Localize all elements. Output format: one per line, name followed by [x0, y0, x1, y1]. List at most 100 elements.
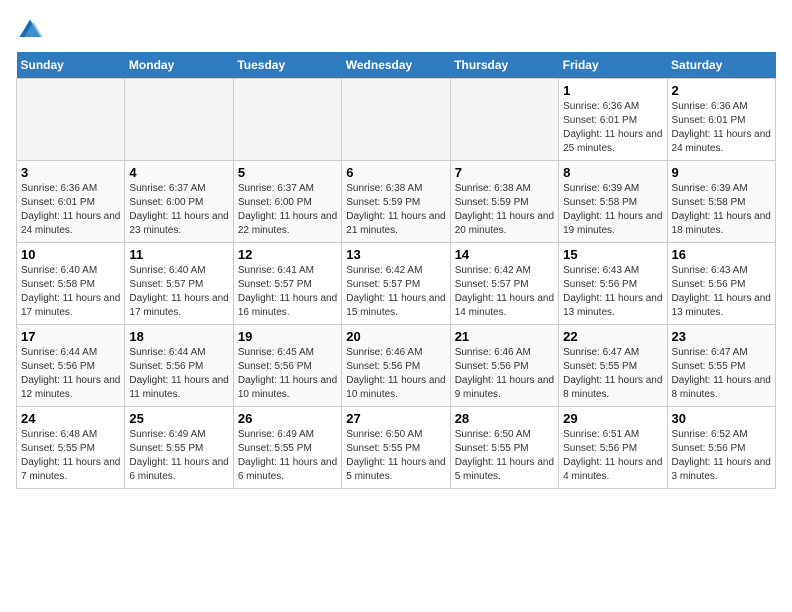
day-number: 11	[129, 247, 228, 262]
day-info: Sunrise: 6:44 AMSunset: 5:56 PMDaylight:…	[129, 346, 228, 402]
day-info: Sunrise: 6:43 AMSunset: 5:56 PMDaylight:…	[563, 264, 662, 320]
day-info: Sunrise: 6:45 AMSunset: 5:56 PMDaylight:…	[238, 346, 337, 402]
calendar-week-row: 17 Sunrise: 6:44 AMSunset: 5:56 PMDayligh…	[17, 325, 776, 407]
calendar-week-row: 1 Sunrise: 6:36 AMSunset: 6:01 PMDaylight…	[17, 79, 776, 161]
day-info: Sunrise: 6:41 AMSunset: 5:57 PMDaylight:…	[238, 264, 337, 320]
calendar-cell: 29Sunrise: 6:51 AMSunset: 5:56 PMDayligh…	[559, 407, 667, 489]
day-number: 2	[672, 83, 771, 98]
day-number: 1	[563, 83, 662, 98]
calendar-cell: 25 Sunrise: 6:49 AMSunset: 5:55 PMDayligh…	[125, 407, 233, 489]
day-number: 7	[455, 165, 554, 180]
day-info: Sunrise: 6:38 AMSunset: 5:59 PMDaylight:…	[346, 182, 445, 238]
day-info: Sunrise: 6:46 AMSunset: 5:56 PMDaylight:…	[455, 346, 554, 402]
day-number: 3	[21, 165, 120, 180]
calendar-cell: 3 Sunrise: 6:36 AMSunset: 6:01 PMDaylight…	[17, 161, 125, 243]
weekday-header-thursday: Thursday	[450, 52, 558, 79]
calendar-cell: 16Sunrise: 6:43 AMSunset: 5:56 PMDayligh…	[667, 243, 775, 325]
day-info: Sunrise: 6:40 AMSunset: 5:58 PMDaylight:…	[21, 264, 120, 320]
calendar-cell: 11 Sunrise: 6:40 AMSunset: 5:57 PMDayligh…	[125, 243, 233, 325]
calendar-cell: 14 Sunrise: 6:42 AMSunset: 5:57 PMDayligh…	[450, 243, 558, 325]
day-info: Sunrise: 6:36 AMSunset: 6:01 PMDaylight:…	[21, 182, 120, 238]
calendar-cell	[17, 79, 125, 161]
calendar-cell: 12 Sunrise: 6:41 AMSunset: 5:57 PMDayligh…	[233, 243, 341, 325]
day-info: Sunrise: 6:47 AMSunset: 5:55 PMDaylight:…	[672, 346, 771, 402]
day-info: Sunrise: 6:48 AMSunset: 5:55 PMDaylight:…	[21, 428, 120, 484]
day-number: 14	[455, 247, 554, 262]
weekday-header-row: SundayMondayTuesdayWednesdayThursdayFrid…	[17, 52, 776, 79]
day-number: 26	[238, 411, 337, 426]
calendar-cell	[342, 79, 450, 161]
calendar-cell: 27 Sunrise: 6:50 AMSunset: 5:55 PMDayligh…	[342, 407, 450, 489]
calendar-header: SundayMondayTuesdayWednesdayThursdayFrid…	[17, 52, 776, 79]
day-number: 17	[21, 329, 120, 344]
day-number: 27	[346, 411, 445, 426]
day-number: 16	[672, 247, 771, 262]
day-info: Sunrise: 6:52 AMSunset: 5:56 PMDaylight:…	[672, 428, 771, 484]
calendar-cell: 2 Sunrise: 6:36 AMSunset: 6:01 PMDaylight…	[667, 79, 775, 161]
day-number: 12	[238, 247, 337, 262]
calendar-cell	[233, 79, 341, 161]
weekday-header-saturday: Saturday	[667, 52, 775, 79]
calendar-cell: 21 Sunrise: 6:46 AMSunset: 5:56 PMDayligh…	[450, 325, 558, 407]
day-number: 6	[346, 165, 445, 180]
calendar-cell: 7Sunrise: 6:38 AMSunset: 5:59 PMDaylight…	[450, 161, 558, 243]
day-number: 5	[238, 165, 337, 180]
calendar-cell: 30 Sunrise: 6:52 AMSunset: 5:56 PMDayligh…	[667, 407, 775, 489]
calendar-cell: 24 Sunrise: 6:48 AMSunset: 5:55 PMDayligh…	[17, 407, 125, 489]
calendar-cell: 9Sunrise: 6:39 AMSunset: 5:58 PMDaylight…	[667, 161, 775, 243]
logo	[16, 16, 48, 44]
day-info: Sunrise: 6:44 AMSunset: 5:56 PMDaylight:…	[21, 346, 120, 402]
logo-icon	[16, 16, 44, 44]
calendar-cell: 15 Sunrise: 6:43 AMSunset: 5:56 PMDayligh…	[559, 243, 667, 325]
day-info: Sunrise: 6:50 AMSunset: 5:55 PMDaylight:…	[455, 428, 554, 484]
calendar-cell: 18 Sunrise: 6:44 AMSunset: 5:56 PMDayligh…	[125, 325, 233, 407]
day-number: 21	[455, 329, 554, 344]
calendar-cell: 28 Sunrise: 6:50 AMSunset: 5:55 PMDayligh…	[450, 407, 558, 489]
page-header	[16, 16, 776, 44]
weekday-header-sunday: Sunday	[17, 52, 125, 79]
day-number: 24	[21, 411, 120, 426]
day-number: 28	[455, 411, 554, 426]
day-number: 18	[129, 329, 228, 344]
weekday-header-friday: Friday	[559, 52, 667, 79]
day-number: 19	[238, 329, 337, 344]
day-number: 13	[346, 247, 445, 262]
calendar-cell: 17 Sunrise: 6:44 AMSunset: 5:56 PMDayligh…	[17, 325, 125, 407]
calendar-cell: 1Sunrise: 6:36 AMSunset: 6:01 PMDaylight…	[559, 79, 667, 161]
day-info: Sunrise: 6:37 AMSunset: 6:00 PMDaylight:…	[238, 182, 337, 238]
day-info: Sunrise: 6:47 AMSunset: 5:55 PMDaylight:…	[563, 346, 662, 402]
calendar-cell: 6 Sunrise: 6:38 AMSunset: 5:59 PMDaylight…	[342, 161, 450, 243]
day-info: Sunrise: 6:39 AMSunset: 5:58 PMDaylight:…	[563, 182, 662, 238]
calendar-cell: 5 Sunrise: 6:37 AMSunset: 6:00 PMDaylight…	[233, 161, 341, 243]
day-info: Sunrise: 6:36 AMSunset: 6:01 PMDaylight:…	[672, 100, 771, 156]
day-number: 22	[563, 329, 662, 344]
day-number: 30	[672, 411, 771, 426]
day-number: 20	[346, 329, 445, 344]
day-number: 29	[563, 411, 662, 426]
calendar-cell: 10 Sunrise: 6:40 AMSunset: 5:58 PMDayligh…	[17, 243, 125, 325]
weekday-header-monday: Monday	[125, 52, 233, 79]
day-number: 4	[129, 165, 228, 180]
day-info: Sunrise: 6:42 AMSunset: 5:57 PMDaylight:…	[455, 264, 554, 320]
calendar-week-row: 24 Sunrise: 6:48 AMSunset: 5:55 PMDayligh…	[17, 407, 776, 489]
day-info: Sunrise: 6:49 AMSunset: 5:55 PMDaylight:…	[238, 428, 337, 484]
day-number: 15	[563, 247, 662, 262]
calendar-table: SundayMondayTuesdayWednesdayThursdayFrid…	[16, 52, 776, 489]
day-number: 9	[672, 165, 771, 180]
calendar-cell	[450, 79, 558, 161]
day-info: Sunrise: 6:40 AMSunset: 5:57 PMDaylight:…	[129, 264, 228, 320]
calendar-body: 1 Sunrise: 6:36 AMSunset: 6:01 PMDaylight…	[17, 79, 776, 489]
day-info: Sunrise: 6:42 AMSunset: 5:57 PMDaylight:…	[346, 264, 445, 320]
day-info: Sunrise: 6:37 AMSunset: 6:00 PMDaylight:…	[129, 182, 228, 238]
calendar-cell: 8Sunrise: 6:39 AMSunset: 5:58 PMDaylight…	[559, 161, 667, 243]
calendar-cell: 23 Sunrise: 6:47 AMSunset: 5:55 PMDayligh…	[667, 325, 775, 407]
weekday-header-tuesday: Tuesday	[233, 52, 341, 79]
day-number: 25	[129, 411, 228, 426]
day-number: 10	[21, 247, 120, 262]
calendar-cell: 22 Sunrise: 6:47 AMSunset: 5:55 PMDayligh…	[559, 325, 667, 407]
calendar-cell	[125, 79, 233, 161]
day-info: Sunrise: 6:49 AMSunset: 5:55 PMDaylight:…	[129, 428, 228, 484]
calendar-cell: 26 Sunrise: 6:49 AMSunset: 5:55 PMDayligh…	[233, 407, 341, 489]
day-number: 23	[672, 329, 771, 344]
day-info: Sunrise: 6:50 AMSunset: 5:55 PMDaylight:…	[346, 428, 445, 484]
